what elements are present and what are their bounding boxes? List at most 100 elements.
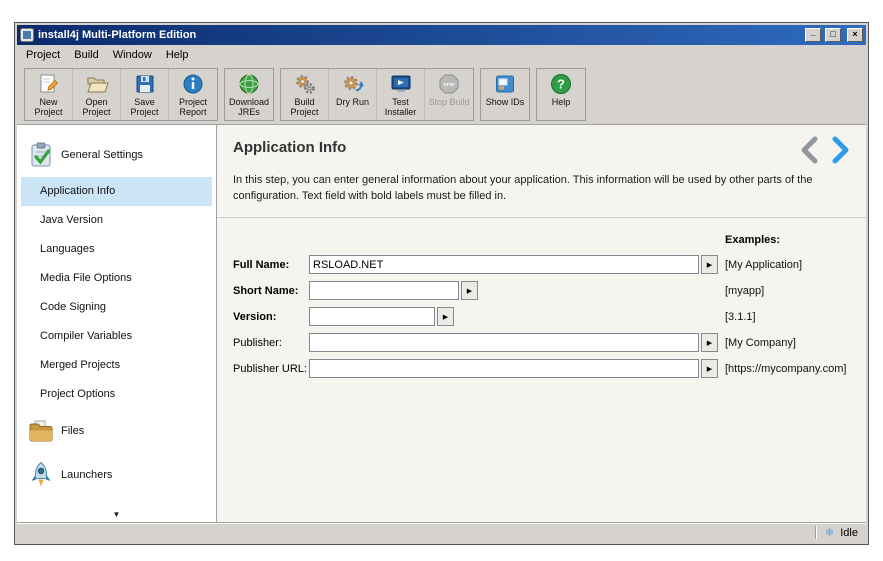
save-project-button[interactable]: Save Project <box>121 69 169 120</box>
show-ids-icon <box>493 72 517 96</box>
stop-build-icon: STOP <box>437 72 461 96</box>
toolbar-group-build: Build Project Dry Run Test Installer STO… <box>280 68 474 121</box>
menu-help[interactable]: Help <box>159 46 196 64</box>
dry-run-button[interactable]: Dry Run <box>329 69 377 120</box>
sidebar-item-label: Application Info <box>40 185 116 198</box>
download-jres-button[interactable]: Download JREs <box>225 69 273 120</box>
main-area: General Settings Application Info Java V… <box>17 124 866 522</box>
sidebar-item-languages[interactable]: Languages <box>17 235 216 264</box>
back-chevron-icon[interactable] <box>798 135 820 165</box>
show-ids-button[interactable]: Show IDs <box>481 69 529 120</box>
test-installer-icon <box>389 72 413 96</box>
full-name-label: Full Name: <box>233 258 290 271</box>
sidebar-item-java-version[interactable]: Java Version <box>17 206 216 235</box>
menu-project[interactable]: Project <box>19 46 67 64</box>
build-project-icon <box>293 72 317 96</box>
toolbar-button-label: Show IDs <box>485 97 525 107</box>
publisher-label: Publisher: <box>233 336 282 349</box>
short-name-input[interactable] <box>309 281 459 301</box>
menubar: Project Build Window Help <box>17 45 866 65</box>
sidebar-item-application-info[interactable]: Application Info <box>21 176 212 206</box>
publisher-url-example: [https://mycompany.com] <box>725 362 847 375</box>
sidebar-item-launchers[interactable]: Launchers <box>17 453 216 497</box>
header-divider <box>217 216 866 218</box>
launchers-icon <box>27 461 55 489</box>
forward-chevron-icon[interactable] <box>830 135 852 165</box>
new-project-button[interactable]: New Project <box>25 69 73 120</box>
stop-build-button: STOP Stop Build <box>425 69 473 120</box>
publisher-input[interactable] <box>309 333 699 353</box>
version-input[interactable] <box>309 307 435 327</box>
publisher-variable-button[interactable]: ▶ <box>701 333 718 353</box>
sidebar-item-label: Java Version <box>40 214 103 227</box>
menu-window[interactable]: Window <box>106 46 159 64</box>
window-title: install4j Multi-Platform Edition <box>38 29 197 41</box>
build-project-button[interactable]: Build Project <box>281 69 329 120</box>
right-arrow-icon: ▶ <box>466 287 473 295</box>
help-button[interactable]: ? Help <box>537 69 585 120</box>
sidebar-item-general-settings[interactable]: General Settings <box>17 133 216 177</box>
toolbar-button-label: Save Project <box>130 97 159 118</box>
sidebar-scroll-down-button[interactable]: ▼ <box>17 510 216 519</box>
version-variable-button[interactable]: ▶ <box>437 307 454 327</box>
minimize-button[interactable]: _ <box>805 28 821 42</box>
short-name-label: Short Name: <box>233 284 299 297</box>
close-button[interactable]: × <box>847 28 863 42</box>
version-example: [3.1.1] <box>725 310 756 323</box>
status-text: Idle <box>840 526 858 539</box>
download-jres-icon <box>237 72 261 96</box>
open-project-button[interactable]: Open Project <box>73 69 121 120</box>
version-label: Version: <box>233 310 277 323</box>
right-arrow-icon: ▶ <box>706 365 713 373</box>
sidebar-item-media-file-options[interactable]: Media File Options <box>17 264 216 293</box>
sidebar-item-label: Media File Options <box>40 272 132 285</box>
toolbar-button-label: Download JREs <box>228 97 270 118</box>
short-name-example: [myapp] <box>725 284 765 297</box>
sidebar-item-files[interactable]: Files <box>17 409 216 453</box>
toolbar-button-label: Build Project <box>290 97 319 118</box>
toolbar-button-label: Project Report <box>178 97 207 118</box>
form-row: Short Name: ▶ [myapp] <box>233 278 850 304</box>
full-name-example: [My Application] <box>725 258 803 271</box>
toolbar-button-label: Dry Run <box>335 97 369 107</box>
titlebar[interactable]: install4j Multi-Platform Edition _ □ × <box>17 25 866 45</box>
toolbar-button-label: Test Installer <box>384 97 417 118</box>
open-project-icon <box>85 72 109 96</box>
new-project-icon <box>37 72 61 96</box>
sidebar-item-label: Languages <box>40 243 95 256</box>
short-name-variable-button[interactable]: ▶ <box>461 281 478 301</box>
sidebar-item-label: Code Signing <box>40 301 107 314</box>
sidebar-item-label: Launchers <box>61 468 113 481</box>
statusbar: ❄ Idle <box>17 522 866 542</box>
content-panel: Application Info In this step, you can e… <box>217 124 866 522</box>
menu-build[interactable]: Build <box>67 46 105 64</box>
app-window: install4j Multi-Platform Edition _ □ × P… <box>14 22 869 545</box>
sidebar-item-label: General Settings <box>61 148 143 161</box>
snowflake-icon: ❄ <box>825 527 835 539</box>
test-installer-button[interactable]: Test Installer <box>377 69 425 120</box>
full-name-variable-button[interactable]: ▶ <box>701 255 718 275</box>
files-icon <box>27 417 55 445</box>
project-report-button[interactable]: Project Report <box>169 69 217 120</box>
chevron-down-icon: ▼ <box>112 510 121 519</box>
toolbar-button-label: Help <box>551 97 571 107</box>
publisher-url-label: Publisher URL: <box>233 362 307 375</box>
full-name-input[interactable] <box>309 255 699 275</box>
toolbar-button-label: Stop Build <box>428 97 470 107</box>
publisher-url-input[interactable] <box>309 359 699 379</box>
project-report-icon <box>181 72 205 96</box>
toolbar-group-project: New Project Open Project Save Project Pr… <box>24 68 218 121</box>
page-title: Application Info <box>233 138 347 156</box>
save-project-icon <box>133 72 157 96</box>
form-row: Version: ▶ [3.1.1] <box>233 304 850 330</box>
sidebar-item-label: Merged Projects <box>40 359 121 372</box>
publisher-example: [My Company] <box>725 336 796 349</box>
maximize-button[interactable]: □ <box>825 28 841 42</box>
sidebar-item-compiler-variables[interactable]: Compiler Variables <box>17 322 216 351</box>
statusbar-separator <box>815 526 818 539</box>
sidebar-item-merged-projects[interactable]: Merged Projects <box>17 351 216 380</box>
publisher-url-variable-button[interactable]: ▶ <box>701 359 718 379</box>
sidebar-item-project-options[interactable]: Project Options <box>17 380 216 409</box>
help-icon: ? <box>549 72 573 96</box>
sidebar-item-code-signing[interactable]: Code Signing <box>17 293 216 322</box>
